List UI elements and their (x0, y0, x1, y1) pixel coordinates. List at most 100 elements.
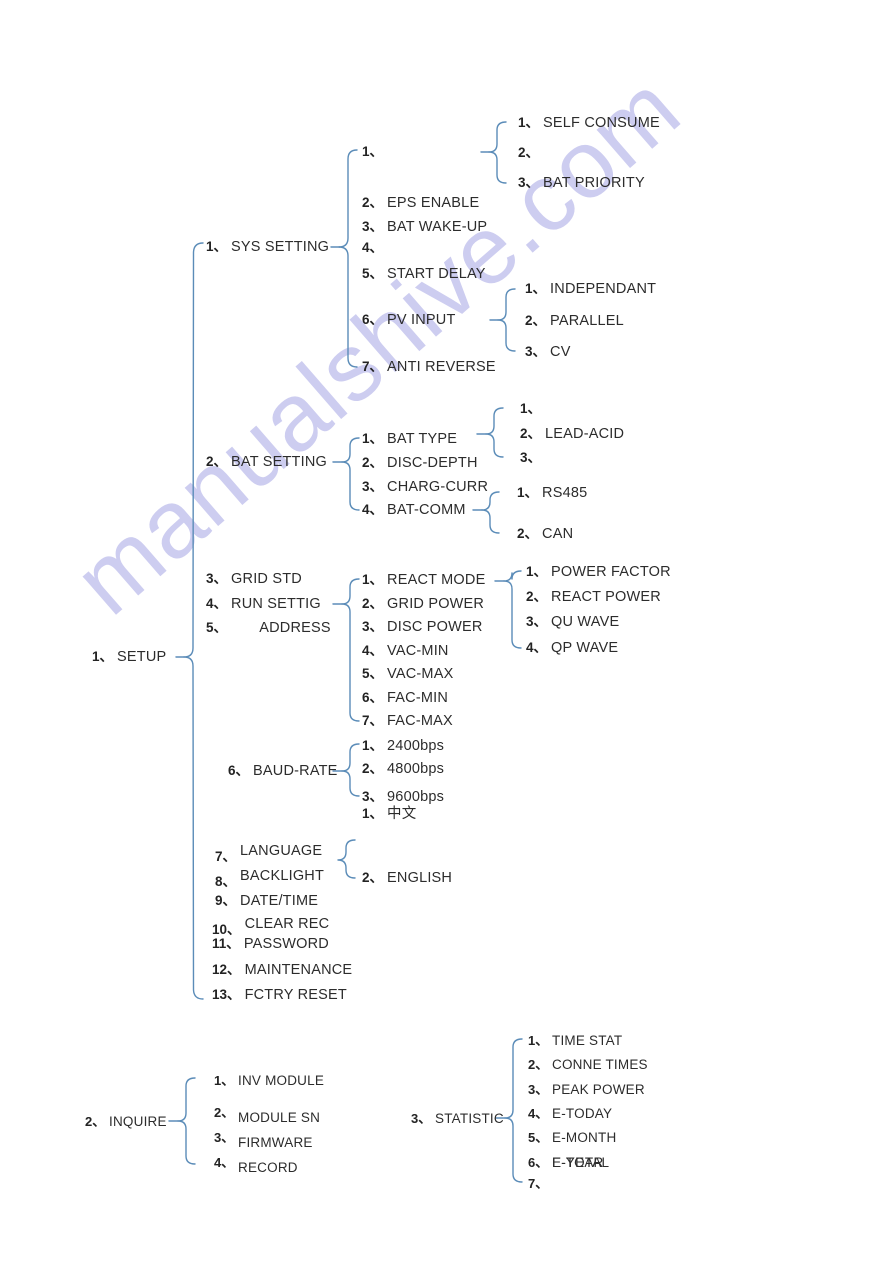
node-backlight[interactable]: 8、 BACKLIGHT (215, 869, 324, 890)
separator: 、 (532, 313, 547, 328)
node-rs485-number: 1 (517, 485, 525, 500)
node-anti-reverse[interactable]: 7、 ANTI REVERSE (362, 360, 496, 375)
node-bat-comm[interactable]: 4、 BAT-COMM (362, 503, 466, 518)
node-start-delay[interactable]: 5、 START DELAY (362, 267, 486, 282)
node-sys-4[interactable]: 4、 (362, 241, 387, 256)
node-record[interactable]: 4、 RECORD (214, 1156, 298, 1174)
separator: 、 (369, 738, 384, 753)
node-9600bps-label: 9600bps (387, 789, 445, 805)
separator: 、 (525, 115, 540, 130)
node-module-sn[interactable]: 2、 MODULE SN (214, 1106, 320, 1124)
node-english[interactable]: 2、 ENGLISH (362, 871, 452, 886)
node-qp-wave-number: 4 (526, 640, 534, 655)
node-e-month-number: 5 (528, 1130, 536, 1145)
node-self-consume-number: 1 (518, 115, 526, 130)
separator: 、 (369, 619, 384, 634)
node-grid-power[interactable]: 2、 GRID POWER (362, 597, 484, 612)
node-pv-input[interactable]: 6、 PV INPUT (362, 313, 456, 328)
node-react-mode[interactable]: 1、 REACT MODE (362, 573, 485, 588)
node-vac-max[interactable]: 5、 VAC-MAX (362, 667, 453, 682)
node-react-power-label: REACT POWER (551, 589, 661, 605)
node-fac-max[interactable]: 7、 FAC-MAX (362, 714, 453, 729)
node-conne-times-number: 2 (528, 1057, 536, 1072)
node-eps-enable[interactable]: 2、 EPS ENABLE (362, 196, 479, 211)
node-self-consume[interactable]: 1、 SELF CONSUME (518, 116, 660, 131)
node-e-month[interactable]: 5、 E-MONTH (528, 1131, 616, 1145)
node-time-stat[interactable]: 1、 TIME STAT (528, 1034, 622, 1048)
node-disc-depth[interactable]: 2、 DISC-DEPTH (362, 456, 478, 471)
node-bat-type[interactable]: 1、 BAT TYPE (362, 432, 457, 447)
node-qu-wave[interactable]: 3、 QU WAVE (526, 615, 619, 630)
node-inv-module-label: INV MODULE (238, 1073, 325, 1088)
node-address[interactable]: 5、 ADDRESS (206, 621, 331, 636)
separator: 、 (369, 240, 384, 255)
node-react-mode-label: REACT MODE (387, 572, 486, 588)
node-bat-type-label: BAT TYPE (387, 431, 458, 447)
node-react-power[interactable]: 2、 REACT POWER (526, 590, 661, 605)
node-chinese[interactable]: 1、 中文 (362, 807, 416, 822)
node-fctry-reset[interactable]: 13、 FCTRY RESET (212, 988, 347, 1003)
node-e-year-total[interactable]: 6、 E-YEAR E-TOTAL (528, 1155, 609, 1170)
node-maintenance-number: 12 (212, 962, 228, 977)
node-4800bps-number: 2 (362, 761, 370, 776)
node-react-mode-number: 1 (362, 572, 370, 587)
node-work-mode-2[interactable]: 2、 (518, 146, 543, 161)
node-baud-rate[interactable]: 6、 BAUD-RATE (228, 764, 338, 779)
separator: 、 (535, 1155, 549, 1170)
node-statistic[interactable]: 3、 STATISTIC (411, 1112, 504, 1126)
node-sys-setting-label: SYS SETTING (231, 239, 330, 255)
node-time-stat-number: 1 (528, 1033, 536, 1048)
node-statistic-7[interactable]: 7、 (528, 1177, 552, 1191)
node-disc-power[interactable]: 3、 DISC POWER (362, 620, 483, 635)
node-inv-module[interactable]: 1、 INV MODULE (214, 1074, 324, 1088)
node-setup[interactable]: 1、 SETUP (92, 650, 166, 665)
separator: 、 (92, 1114, 106, 1129)
node-language[interactable]: 7、 LANGUAGE (215, 844, 322, 865)
separator: 、 (369, 572, 384, 587)
node-power-factor[interactable]: 1、 POWER FACTOR (526, 565, 671, 580)
node-password[interactable]: 11、 PASSWORD (212, 937, 329, 952)
node-charg-curr-label: CHARG-CURR (387, 479, 489, 495)
node-grid-std[interactable]: 3、 GRID STD (206, 572, 302, 587)
node-sys-setting[interactable]: 1、 SYS SETTING (206, 240, 329, 255)
node-power-factor-number: 1 (526, 564, 534, 579)
node-bat-type-3[interactable]: 3、 (520, 451, 545, 466)
node-fctry-reset-label: FCTRY RESET (244, 987, 347, 1003)
node-fac-min[interactable]: 6、 FAC-MIN (362, 691, 448, 706)
node-e-today[interactable]: 4、 E-TODAY (528, 1107, 612, 1121)
node-firmware[interactable]: 3、 FIRMWARE (214, 1131, 313, 1149)
node-rs485[interactable]: 1、 RS485 (517, 486, 587, 501)
node-inquire[interactable]: 2、 INQUIRE (85, 1115, 167, 1129)
node-vac-max-label: VAC-MAX (387, 666, 454, 682)
node-vac-min[interactable]: 4、 VAC-MIN (362, 644, 449, 659)
node-independant[interactable]: 1、 INDEPENDANT (525, 282, 656, 297)
node-english-label: ENGLISH (387, 870, 453, 886)
node-bat-setting[interactable]: 2、 BAT SETTING (206, 455, 327, 470)
node-parallel[interactable]: 2、 PARALLEL (525, 314, 624, 329)
node-start-delay-number: 5 (362, 266, 370, 281)
node-conne-times[interactable]: 2、 CONNE TIMES (528, 1058, 648, 1072)
node-bat-priority-label: BAT PRIORITY (543, 175, 645, 191)
node-sys-1[interactable]: 1、 (362, 145, 387, 160)
node-qp-wave[interactable]: 4、 QP WAVE (526, 641, 618, 656)
node-4800bps[interactable]: 2、 4800bps (362, 762, 444, 777)
node-lead-acid[interactable]: 2、 LEAD-ACID (520, 427, 624, 442)
node-9600bps[interactable]: 3、 9600bps (362, 790, 444, 805)
node-charg-curr[interactable]: 3、 CHARG-CURR (362, 480, 488, 495)
node-cv[interactable]: 3、 CV (525, 345, 571, 360)
node-bat-type-1[interactable]: 1、 (520, 402, 545, 417)
node-baud-rate-label: BAUD-RATE (253, 763, 338, 779)
node-2400bps[interactable]: 1、 2400bps (362, 739, 444, 754)
node-run-settig[interactable]: 4、 RUN SETTIG (206, 597, 321, 612)
node-bat-wake-up-number: 3 (362, 219, 370, 234)
node-parallel-label: PARALLEL (550, 313, 624, 329)
node-maintenance[interactable]: 12、 MAINTENANCE (212, 963, 352, 978)
node-peak-power[interactable]: 3、 PEAK POWER (528, 1083, 645, 1097)
node-bat-priority[interactable]: 3、 BAT PRIORITY (518, 176, 645, 191)
node-bat-wake-up[interactable]: 3、 BAT WAKE-UP (362, 220, 487, 235)
separator: 、 (369, 144, 384, 159)
separator: 、 (222, 893, 237, 908)
separator: 、 (535, 1176, 549, 1191)
node-date-time[interactable]: 9、 DATE/TIME (215, 894, 318, 909)
node-can[interactable]: 2、 CAN (517, 527, 573, 542)
